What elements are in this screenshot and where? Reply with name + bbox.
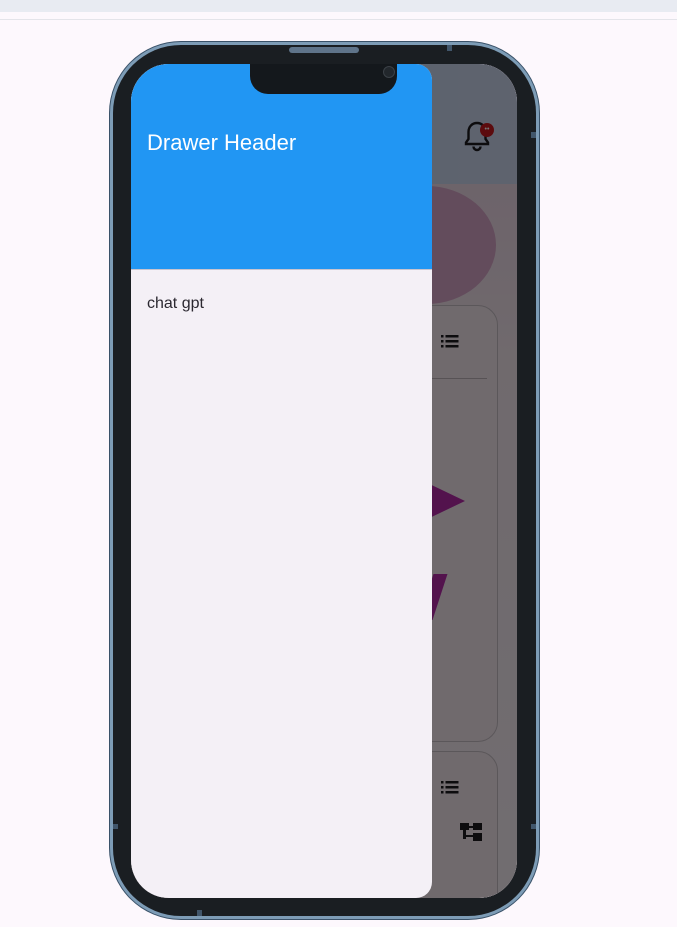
- antenna-band: [197, 910, 202, 916]
- antenna-band: [531, 824, 536, 829]
- phone-notch: [250, 64, 397, 94]
- phone-power-button: [536, 268, 540, 370]
- drawer-item-chat-gpt[interactable]: chat gpt: [131, 278, 432, 330]
- drawer-header-title: Drawer Header: [147, 130, 297, 155]
- phone-speaker: [289, 47, 359, 53]
- antenna-band: [531, 132, 536, 138]
- drawer-item-label: chat gpt: [147, 295, 204, 312]
- phone-screen: •• Drawer Header chat gpt: [131, 64, 517, 898]
- antenna-band: [113, 824, 118, 829]
- navigation-drawer: Drawer Header chat gpt: [131, 64, 432, 898]
- camera-icon: [383, 66, 395, 78]
- antenna-band: [447, 45, 452, 51]
- drawer-divider: [131, 269, 432, 270]
- browser-top-bar: [0, 0, 677, 12]
- drawer-header: Drawer Header: [131, 64, 432, 269]
- top-divider: [0, 19, 677, 20]
